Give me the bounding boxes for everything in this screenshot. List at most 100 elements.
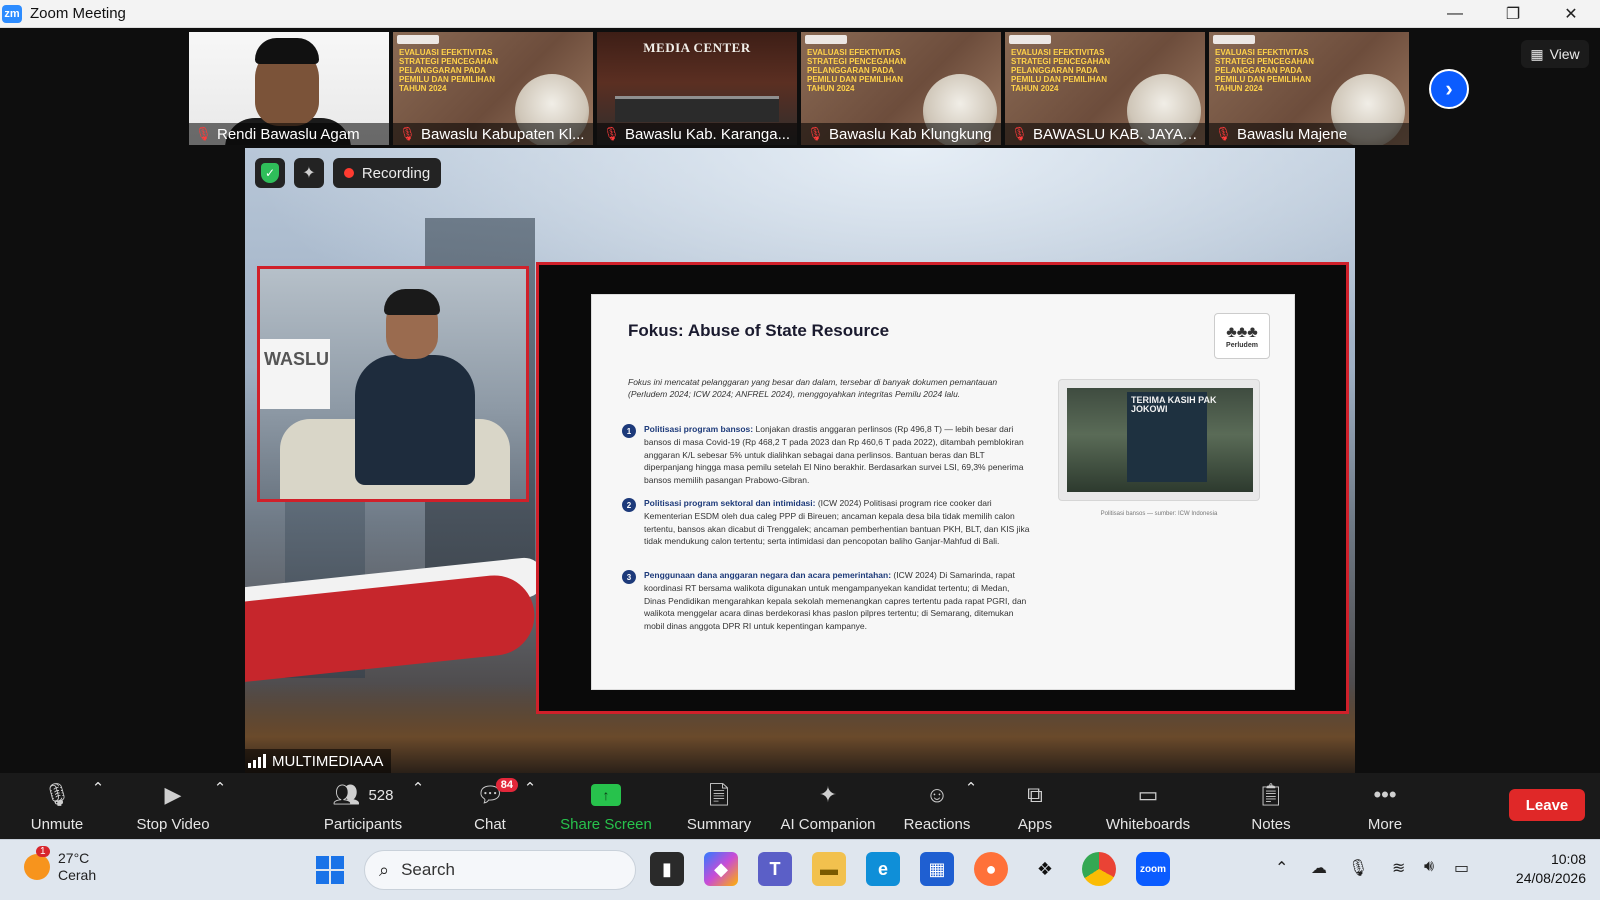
taskbar-clock[interactable]: 10:08 24/08/2026 <box>1494 850 1586 888</box>
chevron-up-icon: ⌃ <box>523 780 537 797</box>
media-center-table <box>615 96 779 122</box>
restore-button[interactable]: ❐ <box>1484 0 1542 28</box>
participant-thumbnail[interactable]: EVALUASI EFEKTIVITAS STRATEGI PENCEGAHAN… <box>801 32 1001 145</box>
chat-options-caret[interactable]: ⌃ <box>523 780 537 797</box>
dropbox-icon[interactable]: ❖ <box>1028 852 1062 886</box>
taskbar-search-box[interactable]: ⌕ Search <box>364 850 636 890</box>
unmute-button[interactable]: 🎙︎ Unmute <box>22 773 92 839</box>
slide-title: Fokus: Abuse of State Resource <box>628 321 890 340</box>
ai-companion-label: AI Companion <box>780 816 876 833</box>
stop-video-button[interactable]: ▶ Stop Video <box>130 773 216 839</box>
participant-name-tag: 🎙︎ Bawaslu Kab Klungkung <box>801 123 1001 145</box>
item-heading: Penggunaan dana anggaran negara dan acar… <box>644 570 892 580</box>
recording-dot-icon <box>343 168 354 178</box>
participant-name: Bawaslu Kab. Karanga... <box>625 125 791 143</box>
recording-indicator[interactable]: Recording <box>333 158 441 188</box>
apps-button[interactable]: ⧉ Apps <box>1010 773 1060 839</box>
participant-name: Bawaslu Kab Klungkung <box>829 125 992 143</box>
reactions-button[interactable]: ☺ Reactions <box>900 773 974 839</box>
minimize-button[interactable]: — <box>1426 0 1484 28</box>
close-button[interactable]: ✕ <box>1542 0 1600 28</box>
zoom-taskbar-icon[interactable]: zoom <box>1136 852 1170 886</box>
participant-name: Rendi Bawaslu Agam <box>217 125 360 143</box>
whiteboards-button[interactable]: ▭ Whiteboards <box>1100 773 1196 839</box>
share-screen-button[interactable]: ↑ Share Screen <box>556 773 656 839</box>
speaker-backdrop-banner: WASLU <box>260 339 330 409</box>
shield-check-icon: ✓ <box>261 163 279 183</box>
battery-icon[interactable]: ▭ <box>1454 858 1469 878</box>
participant-cap <box>255 38 319 64</box>
poster-title: EVALUASI EFEKTIVITAS STRATEGI PENCEGAHAN… <box>1011 48 1110 93</box>
poster-title: EVALUASI EFEKTIVITAS STRATEGI PENCEGAHAN… <box>807 48 906 93</box>
participant-name-tag: 🎙︎ Bawaslu Kab. Karanga... <box>597 123 797 145</box>
view-button[interactable]: ▦ View <box>1521 40 1589 68</box>
slide-list-item: 2 Politisasi program sektoral dan intimi… <box>622 497 1032 548</box>
summary-button[interactable]: 📄︎ Summary <box>680 773 758 839</box>
notes-icon: 📋︎ <box>1257 782 1285 807</box>
photo-banner-text: TERIMA KASIH PAK JOKOWI <box>1131 395 1217 414</box>
participant-thumbnail[interactable]: EVALUASI EFEKTIVITAS STRATEGI PENCEGAHAN… <box>1209 32 1409 145</box>
meeting-stage: 🎙︎ Rendi Bawaslu Agam EVALUASI EFEKTIVIT… <box>0 28 1600 773</box>
notes-button[interactable]: 📋︎ Notes <box>1246 773 1296 839</box>
muted-mic-icon: 🎙︎ <box>43 782 71 807</box>
file-explorer-icon[interactable]: ▬ <box>812 852 846 886</box>
next-page-button[interactable]: › <box>1429 69 1469 109</box>
whiteboard-icon: ▭ <box>1137 782 1159 807</box>
microphone-icon[interactable]: 🎙︎ <box>1348 858 1368 878</box>
copilot-icon[interactable]: ◆ <box>704 852 738 886</box>
chrome-icon[interactable] <box>1082 852 1116 886</box>
leave-button[interactable]: Leave <box>1509 789 1585 821</box>
edge-icon[interactable]: e <box>866 852 900 886</box>
sparkle-icon: ✦ <box>302 165 316 182</box>
item-heading: Politisasi program bansos: <box>644 424 754 434</box>
muted-mic-icon: 🎙︎ <box>807 126 824 141</box>
search-icon: ⌕ <box>379 859 390 880</box>
chat-button[interactable]: 💬︎ 84 Chat <box>459 773 521 839</box>
audio-options-caret[interactable]: ⌃ <box>91 780 105 797</box>
participant-name: Bawaslu Majene <box>1237 125 1348 143</box>
active-speaker-name-tag: MULTIMEDIAAA <box>245 749 392 773</box>
wifi-icon[interactable]: ≋ <box>1392 858 1405 878</box>
clock-date: 24/08/2026 <box>1515 870 1586 886</box>
video-options-caret[interactable]: ⌃ <box>214 780 227 797</box>
active-speaker-video: ✓ ✦ Recording WASLU Fokus: Abuse of Stat… <box>245 148 1355 773</box>
participant-thumbnail[interactable]: MEDIA CENTER 🎙︎ Bawaslu Kab. Karanga... <box>597 32 797 145</box>
windows-logo-tile <box>331 871 344 884</box>
participants-label: Participants <box>323 816 403 833</box>
show-hidden-icons-chevron-icon[interactable]: ⌃ <box>1275 858 1288 878</box>
cloud-offline-icon[interactable]: ☁ <box>1311 858 1327 878</box>
encryption-indicator[interactable]: ✓ <box>255 158 285 188</box>
presentation-slide: Fokus: Abuse of State Resource ♣♣♣ Perlu… <box>591 294 1295 690</box>
active-speaker-name: MULTIMEDIAAA <box>272 752 384 770</box>
slide-photo: TERIMA KASIH PAK JOKOWI <box>1058 379 1260 501</box>
chevron-up-icon: ⌃ <box>91 780 105 797</box>
volume-icon[interactable]: 🔊︎ <box>1424 858 1434 876</box>
participants-button[interactable]: 👥︎ 528 Participants <box>316 773 410 839</box>
participant-thumbnail[interactable]: EVALUASI EFEKTIVITAS STRATEGI PENCEGAHAN… <box>393 32 593 145</box>
chevron-up-icon: ⌃ <box>411 780 425 797</box>
meeting-controls-bar: 🎙︎ Unmute ⌃ ▶ Stop Video ⌃ 👥︎ 528 Partic… <box>0 773 1600 839</box>
more-button[interactable]: ••• More <box>1360 773 1410 839</box>
participant-thumbnail[interactable]: EVALUASI EFEKTIVITAS STRATEGI PENCEGAHAN… <box>1005 32 1205 145</box>
weather-widget[interactable]: 1 27°C Cerah <box>24 846 97 884</box>
store-icon[interactable]: ▦ <box>920 852 954 886</box>
reactions-options-caret[interactable]: ⌃ <box>965 780 978 797</box>
start-button[interactable] <box>316 856 344 884</box>
video-camera-icon: ▶ <box>164 782 182 807</box>
participants-options-caret[interactable]: ⌃ <box>411 780 425 797</box>
participant-thumbnail[interactable]: 🎙︎ Rendi Bawaslu Agam <box>189 32 389 145</box>
weather-description: Cerah <box>58 867 97 883</box>
chat-icon-wrap: 💬︎ 84 <box>476 778 518 810</box>
clock-time: 10:08 <box>1550 851 1586 867</box>
participants-icon-row: 👥︎ 528 <box>333 780 394 810</box>
speaker-body <box>355 355 475 485</box>
ai-companion-button[interactable]: ✦ AI Companion <box>776 773 880 839</box>
unmute-label: Unmute <box>30 816 84 833</box>
firefox-icon[interactable]: ● <box>974 852 1008 886</box>
task-view-icon[interactable]: ▮ <box>650 852 684 886</box>
muted-mic-icon: 🎙︎ <box>603 126 620 141</box>
teams-icon[interactable]: T <box>758 852 792 886</box>
ai-companion-indicator[interactable]: ✦ <box>294 158 324 188</box>
participant-name-tag: 🎙︎ Bawaslu Majene <box>1209 123 1409 145</box>
item-number: 3 <box>622 570 636 584</box>
